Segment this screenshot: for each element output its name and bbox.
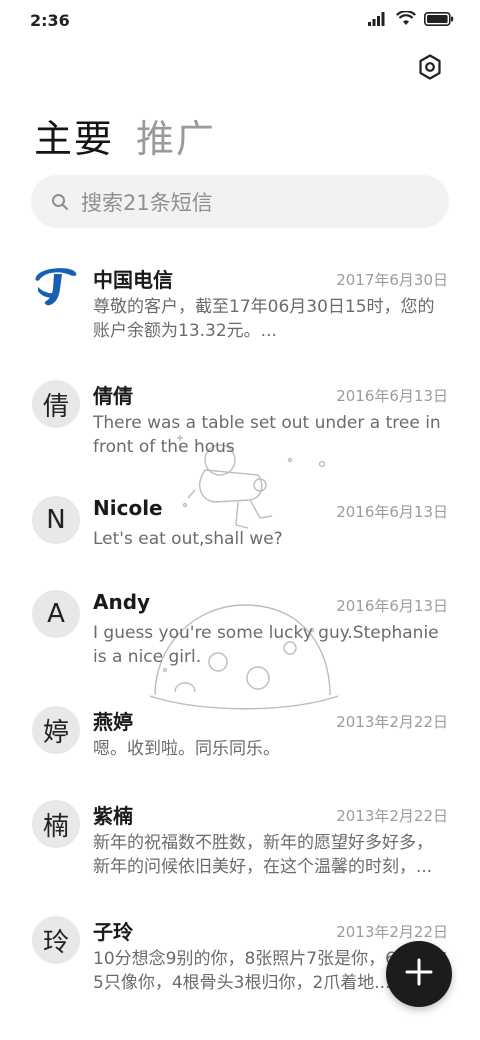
- contact-name: 燕婷: [93, 710, 133, 734]
- list-item[interactable]: 婷 燕婷 2013年2月22日 嗯。收到啦。同乐同乐。: [0, 706, 480, 776]
- avatar: 玲: [32, 916, 80, 964]
- china-telecom-logo-icon: [32, 261, 80, 316]
- message-preview: 新年的祝福数不胜数，新年的愿望好多好多，新年的问候依旧美好，在这个温馨的时刻，.…: [93, 833, 433, 877]
- message-date: 2016年6月13日: [336, 597, 448, 615]
- contact-name: Andy: [93, 590, 151, 614]
- new-message-button[interactable]: [386, 941, 452, 1007]
- avatar: 倩: [32, 380, 80, 428]
- message-preview: 尊敬的客户，截至17年06月30日15时，您的账户余额为13.32元。...: [93, 297, 435, 341]
- list-item[interactable]: 楠 紫楠 2013年2月22日 新年的祝福数不胜数，新年的愿望好多好多，新年的问…: [0, 800, 480, 900]
- list-item[interactable]: A Andy 2016年6月13日 I guess you're some lu…: [0, 590, 480, 690]
- message-preview: I guess you're some lucky guy.Stephanie …: [93, 623, 439, 667]
- message-preview: There was a table set out under a tree i…: [93, 413, 441, 457]
- list-item[interactable]: 中国电信 2017年6月30日 尊敬的客户，截至17年06月30日15时，您的账…: [0, 264, 480, 364]
- contact-name: 倩倩: [93, 384, 133, 408]
- message-date: 2016年6月13日: [336, 503, 448, 521]
- contact-name: 中国电信: [93, 268, 173, 292]
- contact-name: 紫楠: [93, 804, 133, 828]
- list-item[interactable]: 倩 倩倩 2016年6月13日 There was a table set ou…: [0, 380, 480, 480]
- settings-button[interactable]: [414, 53, 446, 85]
- contact-name: Nicole: [93, 496, 163, 520]
- status-time: 2:36: [30, 11, 70, 30]
- list-item[interactable]: N Nicole 2016年6月13日 Let's eat out,shall …: [0, 496, 480, 566]
- message-preview: 嗯。收到啦。同乐同乐。: [93, 739, 280, 759]
- tab-promotions[interactable]: 推广: [136, 108, 216, 163]
- signal-icon: [368, 11, 388, 30]
- wifi-icon: [396, 10, 416, 30]
- tab-primary[interactable]: 主要: [34, 108, 114, 163]
- search-placeholder: 搜索21条短信: [81, 190, 213, 215]
- status-icons: [368, 10, 454, 30]
- tab-bar: 主要 推广: [34, 108, 216, 163]
- avatar: [32, 264, 80, 312]
- search-bar[interactable]: 搜索21条短信: [31, 175, 449, 228]
- avatar: 婷: [32, 706, 80, 754]
- message-date: 2016年6月13日: [336, 387, 448, 405]
- contact-name: 子玲: [93, 920, 133, 944]
- avatar: A: [32, 590, 80, 638]
- message-date: 2013年2月22日: [336, 923, 448, 941]
- search-icon: [51, 193, 69, 211]
- message-date: 2013年2月22日: [336, 713, 448, 731]
- plus-icon: [404, 957, 434, 991]
- status-bar: 2:36: [0, 0, 480, 42]
- settings-icon: [418, 54, 442, 84]
- battery-icon: [424, 11, 454, 30]
- avatar: N: [32, 496, 80, 544]
- avatar: 楠: [32, 800, 80, 848]
- message-preview: Let's eat out,shall we?: [93, 529, 283, 549]
- message-date: 2017年6月30日: [336, 271, 448, 289]
- message-date: 2013年2月22日: [336, 807, 448, 825]
